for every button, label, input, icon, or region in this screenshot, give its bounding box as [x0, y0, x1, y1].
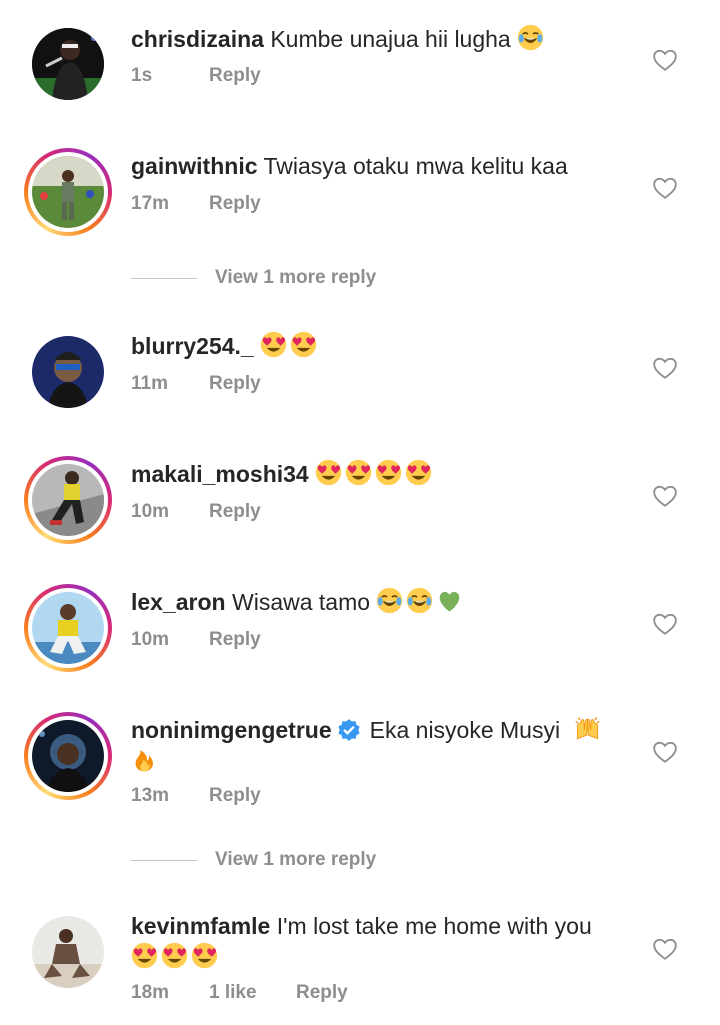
heart-outline-icon[interactable]: [652, 47, 678, 73]
raised-hands-emoji-icon: [575, 716, 601, 740]
heart-eyes-emoji-icon: [161, 942, 188, 969]
comment-text: Wisawa tamo: [232, 589, 371, 615]
joy-emoji-icon: [406, 587, 434, 614]
reply-button[interactable]: Reply: [209, 373, 261, 395]
comment-likes[interactable]: 1 like: [209, 982, 296, 1004]
comment-username[interactable]: kevinmfamle: [131, 913, 270, 939]
heart-outline-icon[interactable]: [652, 739, 678, 765]
avatar[interactable]: [24, 328, 112, 416]
heart-eyes-emoji-icon: [315, 459, 342, 486]
avatar[interactable]: [24, 908, 112, 996]
view-more-label[interactable]: View 1 more reply: [215, 849, 376, 871]
reply-button[interactable]: Reply: [209, 193, 261, 215]
comment-username[interactable]: makali_moshi34: [131, 461, 309, 487]
comment-text: Kumbe unajua hii lugha: [270, 26, 511, 52]
heart-outline-icon[interactable]: [652, 483, 678, 509]
heart-eyes-emoji-icon: [290, 331, 317, 358]
heart-outline-icon[interactable]: [652, 611, 678, 637]
comment-username[interactable]: gainwithnic: [131, 153, 258, 179]
avatar-photo: [32, 156, 104, 228]
view-more-label[interactable]: View 1 more reply: [215, 267, 376, 289]
comment-time: 1s: [131, 65, 153, 86]
heart-outline-icon[interactable]: [652, 355, 678, 381]
comment-username[interactable]: noninimgengetrue: [131, 717, 332, 743]
green-heart-emoji-icon: [440, 591, 460, 612]
avatar[interactable]: [24, 456, 112, 544]
avatar-photo: [32, 916, 104, 988]
heart-eyes-emoji-icon: [131, 942, 158, 969]
comment-time: 10m: [131, 501, 170, 522]
heart-eyes-emoji-icon: [405, 459, 432, 486]
joy-emoji-icon: [376, 587, 404, 614]
comment-time: 13m: [131, 785, 170, 806]
comment-text: Eka nisyoke Musyi: [369, 717, 561, 743]
divider: [131, 277, 197, 279]
view-more-replies-button[interactable]: View 1 more reply: [131, 849, 376, 871]
avatar-photo: [32, 592, 104, 664]
avatar-photo: [32, 720, 104, 792]
comment-time: 17m: [131, 193, 170, 214]
avatar-photo: [32, 28, 104, 100]
comment-username[interactable]: chrisdizaina: [131, 26, 264, 52]
heart-eyes-emoji-icon: [345, 459, 372, 486]
joy-emoji-icon: [517, 24, 545, 51]
divider: [131, 859, 197, 861]
comment-username[interactable]: blurry254._: [131, 333, 254, 359]
heart-eyes-emoji-icon: [375, 459, 402, 486]
avatar-photo: [32, 336, 104, 408]
avatar[interactable]: [24, 584, 112, 672]
avatar-photo: [32, 464, 104, 536]
heart-outline-icon[interactable]: [652, 936, 678, 962]
reply-button[interactable]: Reply: [209, 785, 261, 807]
verified-badge-icon: [338, 719, 360, 741]
heart-eyes-emoji-icon: [191, 942, 218, 969]
comment-time: 18m: [131, 982, 170, 1003]
heart-outline-icon[interactable]: [652, 175, 678, 201]
comment-time: 10m: [131, 629, 170, 650]
fire-emoji-icon: [135, 750, 153, 772]
reply-button[interactable]: Reply: [209, 501, 261, 523]
comment-username[interactable]: lex_aron: [131, 589, 226, 615]
reply-button[interactable]: Reply: [296, 982, 348, 1004]
comment-text: Twiasya otaku mwa kelitu kaa: [263, 153, 568, 179]
comment-text: I'm lost take me home with you: [276, 913, 592, 939]
avatar[interactable]: [24, 20, 112, 108]
comment-time: 11m: [131, 373, 168, 394]
reply-button[interactable]: Reply: [209, 629, 261, 651]
reply-button[interactable]: Reply: [209, 65, 261, 87]
avatar[interactable]: [24, 712, 112, 800]
heart-eyes-emoji-icon: [260, 331, 287, 358]
avatar[interactable]: [24, 148, 112, 236]
view-more-replies-button[interactable]: View 1 more reply: [131, 267, 376, 289]
